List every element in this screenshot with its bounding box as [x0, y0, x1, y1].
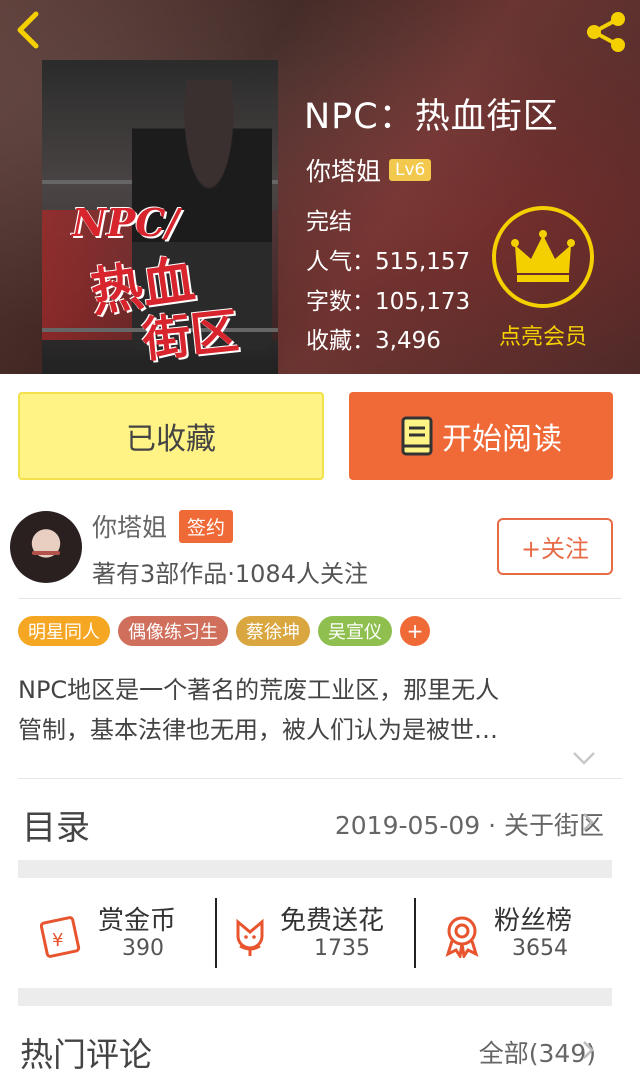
- author-card-header: 你塔姐 签约: [92, 508, 234, 544]
- favorite-button-label: 已收藏: [126, 422, 216, 457]
- book-status: 完结: [306, 209, 352, 235]
- divider: [18, 598, 622, 599]
- cover-title-line: NPC/: [72, 200, 180, 245]
- follow-label: +关注: [520, 535, 590, 563]
- divider: [18, 778, 622, 779]
- book-favorites: 收藏：3,496: [306, 328, 441, 354]
- share-icon: [587, 12, 625, 52]
- divider: [414, 898, 416, 968]
- section-separator: [18, 988, 612, 1006]
- toc-latest-chapter[interactable]: 2019-05-09 · 关于街区: [335, 806, 604, 842]
- start-reading-label: 开始阅读: [442, 422, 562, 457]
- red-envelope-icon: ¥: [40, 916, 81, 958]
- stat-value: 3654: [512, 936, 568, 961]
- favorite-button[interactable]: 已收藏: [18, 392, 324, 480]
- book-title: NPC：热血街区: [304, 97, 559, 137]
- award-ribbon-icon: [445, 916, 479, 958]
- chevron-left-icon: [17, 11, 39, 49]
- vip-button[interactable]: [492, 206, 594, 308]
- stat-title: 粉丝榜: [494, 906, 573, 936]
- description-line: NPC地区是一个著名的荒废工业区，那里无人: [18, 676, 500, 704]
- send-flower-button[interactable]: 免费送花 1735: [228, 900, 413, 966]
- toc-label[interactable]: 目录: [22, 800, 90, 849]
- book-popularity: 人气：515,157: [306, 249, 471, 275]
- flower-icon: [236, 918, 264, 956]
- book-cover[interactable]: NPC/ 热血 街区: [42, 60, 278, 374]
- reward-coins-button[interactable]: ¥ 赏金币 390: [40, 900, 210, 966]
- author-avatar[interactable]: [10, 511, 82, 583]
- tag-chip[interactable]: 明星同人: [18, 616, 110, 646]
- signed-badge: 签约: [179, 509, 234, 543]
- book-description[interactable]: NPC地区是一个著名的荒废工业区，那里无人 管制，基本法律也无用，被人们认为是被…: [18, 670, 608, 750]
- author-card-name[interactable]: 你塔姐: [92, 508, 167, 544]
- stat-value: 390: [122, 936, 164, 961]
- cover-title-line: 街区: [139, 303, 242, 369]
- description-line: 管制，基本法律也无用，被人们认为是被世…: [18, 716, 498, 744]
- book-word-count: 字数：105,173: [306, 289, 471, 315]
- hot-comments-label: 热门评论: [20, 1035, 152, 1074]
- tag-chip[interactable]: 蔡徐坤: [236, 616, 310, 646]
- level-badge: Lv6: [389, 159, 432, 181]
- share-button[interactable]: [582, 10, 630, 54]
- tag-list: 明星同人 偶像练习生 蔡徐坤 吴宣仪 +: [18, 616, 430, 646]
- follow-button[interactable]: +关注: [497, 518, 613, 575]
- start-reading-button[interactable]: 开始阅读: [349, 392, 613, 480]
- stat-title: 免费送花: [280, 906, 385, 936]
- vip-label[interactable]: 点亮会员: [492, 319, 594, 351]
- chevron-right-icon[interactable]: [582, 1040, 594, 1060]
- book-icon: [401, 416, 433, 456]
- svg-text:¥: ¥: [52, 930, 63, 951]
- author-card-info: 著有3部作品·1084人关注: [92, 560, 368, 588]
- tag-chip[interactable]: 吴宣仪: [318, 616, 392, 646]
- chevron-right-icon[interactable]: [582, 812, 594, 832]
- chevron-down-icon[interactable]: [572, 750, 596, 766]
- author-name[interactable]: 你塔姐: [306, 152, 381, 188]
- book-detail-panel: 已收藏 开始阅读 你塔姐 签约 著有3部作品·1084人关注 +关注 明星同人 …: [0, 374, 640, 1086]
- add-tag-button[interactable]: +: [400, 616, 430, 646]
- crown-icon: [511, 230, 575, 282]
- stat-value: 1735: [314, 936, 370, 961]
- fan-ranking-button[interactable]: 粉丝榜 3654: [440, 900, 610, 966]
- back-button[interactable]: [8, 8, 48, 52]
- divider: [215, 898, 217, 968]
- stat-title: 赏金币: [98, 906, 177, 936]
- tag-chip[interactable]: 偶像练习生: [118, 616, 228, 646]
- section-separator: [18, 860, 612, 878]
- book-header: NPC/ 热血 街区 NPC：热血街区 你塔姐 Lv6 完结 人气：515,15…: [0, 0, 640, 374]
- author-row: 你塔姐 Lv6: [306, 152, 432, 188]
- all-comments-link[interactable]: 全部(349): [479, 1034, 596, 1070]
